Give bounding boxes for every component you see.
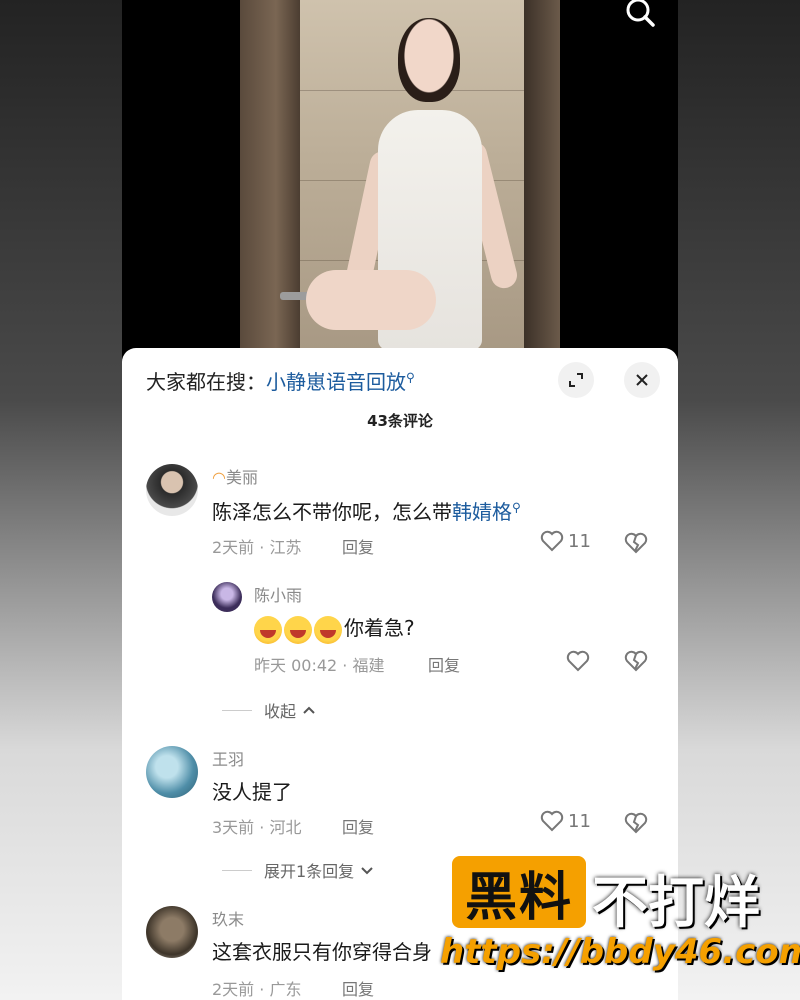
heart-icon bbox=[540, 530, 564, 552]
reply-button[interactable]: 回复 bbox=[342, 976, 374, 1000]
broken-heart-icon bbox=[624, 812, 648, 834]
comment-author[interactable]: 王羽 bbox=[212, 746, 244, 770]
avatar[interactable] bbox=[146, 746, 198, 798]
phone-screen: 大家都在搜：小静崽语音回放⚲ 43条评论 ◠美丽 陈泽怎么不带你呢，怎么带韩婧格… bbox=[122, 0, 678, 1000]
comment-meta: 2天前 · 江苏 bbox=[212, 538, 302, 557]
figure-head bbox=[398, 18, 460, 102]
backdrop-right bbox=[678, 0, 800, 1000]
search-small-icon: ⚲ bbox=[512, 500, 521, 515]
broken-heart-icon bbox=[624, 532, 648, 554]
search-small-icon: ⚲ bbox=[406, 370, 415, 385]
comment-meta: 2天前 · 广东 bbox=[212, 980, 302, 999]
comment-keyword-link[interactable]: 韩婧格 bbox=[452, 500, 512, 524]
dislike-button[interactable] bbox=[624, 650, 648, 676]
backdrop-left bbox=[0, 0, 122, 1000]
comment-author[interactable]: ◠美丽 bbox=[212, 464, 258, 488]
expand-button[interactable] bbox=[558, 362, 594, 398]
like-count: 11 bbox=[568, 810, 591, 832]
divider bbox=[222, 869, 252, 871]
like-button[interactable] bbox=[566, 650, 590, 672]
avatar[interactable] bbox=[146, 906, 198, 958]
heart-icon bbox=[566, 650, 590, 672]
collapse-replies-button[interactable]: 收起 bbox=[222, 698, 316, 722]
comment-item: 王羽 没人提了 3天前 · 河北 回复 11 bbox=[122, 744, 678, 844]
avatar[interactable] bbox=[212, 582, 242, 612]
video-frame bbox=[240, 0, 560, 350]
close-button[interactable] bbox=[624, 362, 660, 398]
chevron-up-icon bbox=[303, 706, 315, 714]
laughing-emoji-icon bbox=[314, 615, 342, 644]
sheet-header: 大家都在搜：小静崽语音回放⚲ bbox=[122, 348, 678, 408]
expand-replies-button[interactable]: 展开1条回复 bbox=[222, 858, 374, 882]
rainbow-icon: ◠ bbox=[212, 468, 226, 487]
watermark-text: 不打烊 bbox=[592, 871, 760, 936]
comment-text: 这套衣服只有你穿得合身 bbox=[212, 940, 432, 964]
reply-button[interactable]: 回复 bbox=[342, 814, 374, 838]
watermark: 黑料 不打烊 https://bbdy46.com bbox=[440, 856, 800, 976]
comment-meta: 3天前 · 河北 bbox=[212, 818, 302, 837]
search-suggestion-term[interactable]: 小静崽语音回放 bbox=[266, 370, 406, 394]
like-button[interactable]: 11 bbox=[540, 810, 591, 832]
reply-button[interactable]: 回复 bbox=[342, 534, 374, 558]
comment-count: 43条评论 bbox=[367, 412, 433, 430]
chevron-down-icon bbox=[361, 867, 373, 875]
figure-leg bbox=[306, 270, 436, 330]
avatar[interactable] bbox=[146, 464, 198, 516]
comment-text: 陈泽怎么不带你呢，怎么带韩婧格⚲ bbox=[212, 500, 521, 524]
close-icon bbox=[636, 374, 648, 386]
search-suggestion-prefix: 大家都在搜： bbox=[146, 370, 266, 394]
reply-item: 陈小雨 你着急? 昨天 00:42 · 福建 回复 bbox=[122, 578, 678, 678]
like-button[interactable]: 11 bbox=[540, 530, 591, 552]
like-count: 11 bbox=[568, 530, 591, 552]
dislike-button[interactable] bbox=[624, 532, 648, 558]
broken-heart-icon bbox=[624, 650, 648, 672]
watermark-url: https://bbdy46.com bbox=[440, 932, 800, 972]
comment-text: 你着急? bbox=[254, 612, 415, 644]
comment-author[interactable]: 陈小雨 bbox=[254, 582, 302, 606]
reply-button[interactable]: 回复 bbox=[428, 652, 460, 676]
comment-meta: 昨天 00:42 · 福建 bbox=[254, 656, 385, 675]
search-icon[interactable] bbox=[622, 0, 658, 28]
laughing-emoji-icon bbox=[284, 615, 312, 644]
heart-icon bbox=[540, 810, 564, 832]
comment-text: 没人提了 bbox=[212, 780, 292, 804]
watermark-badge: 黑料 bbox=[452, 856, 586, 928]
video-player[interactable] bbox=[122, 0, 678, 360]
expand-icon bbox=[569, 373, 583, 387]
mirror bbox=[524, 0, 560, 350]
search-suggestion[interactable]: 大家都在搜：小静崽语音回放⚲ bbox=[146, 366, 415, 395]
dislike-button[interactable] bbox=[624, 812, 648, 838]
divider bbox=[222, 709, 252, 711]
comment-item: ◠美丽 陈泽怎么不带你呢，怎么带韩婧格⚲ 2天前 · 江苏 回复 11 bbox=[122, 460, 678, 560]
laughing-emoji-icon bbox=[254, 615, 282, 644]
comment-author[interactable]: 玖末 bbox=[212, 906, 244, 930]
